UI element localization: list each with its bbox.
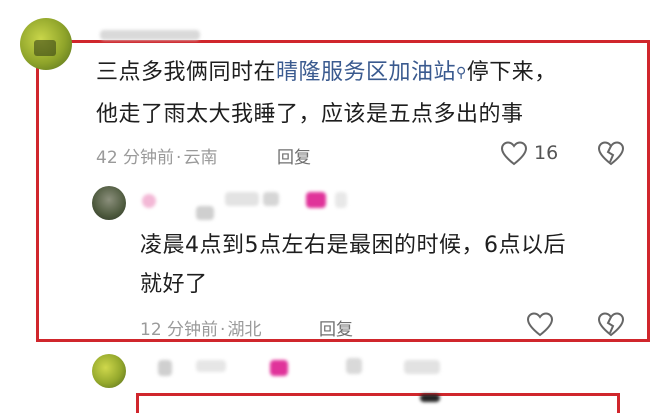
blurred-username bbox=[335, 192, 347, 208]
blurred-username bbox=[346, 358, 362, 374]
reply-time: 12 分钟前 bbox=[140, 320, 219, 340]
comment-text-prefix: 三点多我俩同时在 bbox=[96, 60, 277, 85]
reply-location: 湖北 bbox=[227, 320, 262, 340]
comment-text-suffix: 停下来， bbox=[466, 60, 557, 85]
comment-location: 云南 bbox=[183, 148, 218, 168]
reply-text-line1: 凌晨4点到5点左右是最困的时候，6点以后 bbox=[140, 233, 566, 258]
heart-icon bbox=[526, 312, 554, 337]
blurred-username bbox=[142, 194, 156, 208]
comment-meta: 42 分钟前 · 云南 bbox=[96, 148, 218, 168]
like-button[interactable]: 16 bbox=[500, 140, 558, 166]
avatar[interactable] bbox=[92, 354, 126, 388]
blurred-username bbox=[306, 192, 326, 208]
dislike-button[interactable] bbox=[597, 311, 625, 337]
comment-time: 42 分钟前 bbox=[96, 148, 175, 168]
blurred-username bbox=[196, 360, 226, 372]
broken-heart-icon bbox=[597, 312, 625, 337]
heart-icon bbox=[500, 141, 528, 166]
highlight-frame-next bbox=[136, 393, 620, 413]
reply-text-line2: 就好了 bbox=[140, 272, 208, 297]
search-icon[interactable]: ⚲ bbox=[456, 65, 467, 81]
blurred-username bbox=[196, 206, 214, 220]
reply-button[interactable]: 回复 bbox=[319, 315, 353, 340]
dislike-button[interactable] bbox=[597, 140, 625, 166]
blurred-username bbox=[100, 30, 200, 40]
comment-text-line2: 他走了雨太大我睡了，应该是五点多出的事 bbox=[96, 102, 524, 127]
avatar[interactable] bbox=[20, 18, 72, 70]
reply-avatar[interactable] bbox=[92, 186, 126, 220]
comment-text: 三点多我俩同时在晴隆服务区加油站⚲停下来， bbox=[96, 56, 557, 90]
blurred-username bbox=[225, 192, 259, 206]
blurred-username bbox=[270, 360, 288, 376]
location-link[interactable]: 晴隆服务区加油站 bbox=[276, 60, 456, 85]
reply-button[interactable]: 回复 bbox=[277, 143, 311, 168]
blurred-username bbox=[158, 360, 172, 376]
like-button[interactable] bbox=[526, 311, 554, 337]
blurred-username bbox=[404, 360, 440, 374]
broken-heart-icon bbox=[597, 141, 625, 166]
like-count: 16 bbox=[534, 142, 559, 164]
reply-meta: 12 分钟前 · 湖北 bbox=[140, 320, 262, 340]
blurred-username bbox=[263, 192, 279, 206]
